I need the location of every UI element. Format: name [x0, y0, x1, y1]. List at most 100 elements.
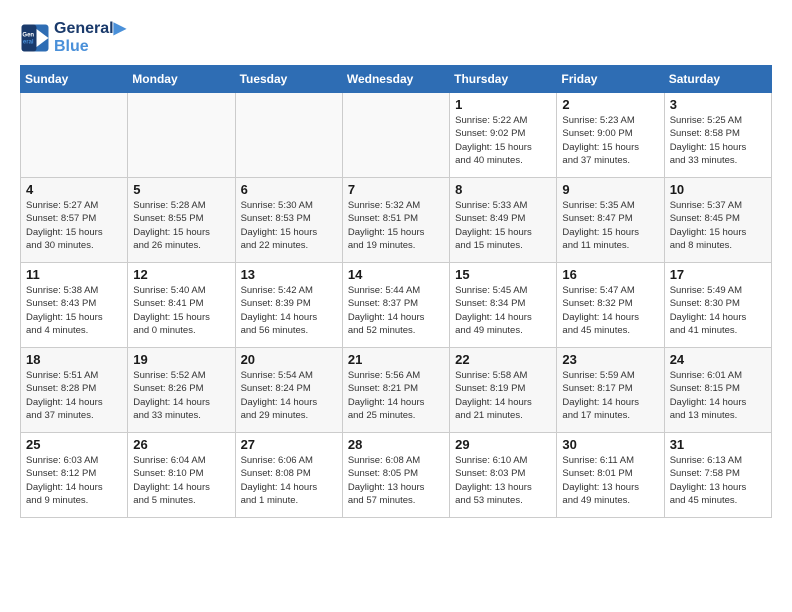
calendar-cell: 29 Sunrise: 6:10 AM Sunset: 8:03 PM Dayli… [450, 433, 557, 518]
calendar-cell: 27 Sunrise: 6:06 AM Sunset: 8:08 PM Dayli… [235, 433, 342, 518]
calendar-cell: 6 Sunrise: 5:30 AM Sunset: 8:53 PM Daylig… [235, 178, 342, 263]
calendar-cell: 4 Sunrise: 5:27 AM Sunset: 8:57 PM Daylig… [21, 178, 128, 263]
calendar-cell: 22 Sunrise: 5:58 AM Sunset: 8:19 PM Dayli… [450, 348, 557, 433]
calendar-week-2: 4 Sunrise: 5:27 AM Sunset: 8:57 PM Daylig… [21, 178, 772, 263]
day-number: 31 [670, 437, 766, 452]
day-info: Sunrise: 6:11 AM Sunset: 8:01 PM Dayligh… [562, 454, 658, 507]
weekday-header-monday: Monday [128, 66, 235, 93]
day-number: 18 [26, 352, 122, 367]
day-info: Sunrise: 5:42 AM Sunset: 8:39 PM Dayligh… [241, 284, 337, 337]
day-info: Sunrise: 5:54 AM Sunset: 8:24 PM Dayligh… [241, 369, 337, 422]
day-info: Sunrise: 5:23 AM Sunset: 9:00 PM Dayligh… [562, 114, 658, 167]
day-number: 10 [670, 182, 766, 197]
day-info: Sunrise: 5:32 AM Sunset: 8:51 PM Dayligh… [348, 199, 444, 252]
calendar-cell: 25 Sunrise: 6:03 AM Sunset: 8:12 PM Dayli… [21, 433, 128, 518]
day-info: Sunrise: 6:10 AM Sunset: 8:03 PM Dayligh… [455, 454, 551, 507]
day-info: Sunrise: 6:01 AM Sunset: 8:15 PM Dayligh… [670, 369, 766, 422]
calendar-cell [128, 93, 235, 178]
day-info: Sunrise: 5:35 AM Sunset: 8:47 PM Dayligh… [562, 199, 658, 252]
calendar-cell: 2Sunrise: 5:23 AM Sunset: 9:00 PM Daylig… [557, 93, 664, 178]
day-number: 8 [455, 182, 551, 197]
logo-icon: Gen eral [20, 23, 50, 53]
calendar-cell: 8 Sunrise: 5:33 AM Sunset: 8:49 PM Daylig… [450, 178, 557, 263]
day-number: 21 [348, 352, 444, 367]
day-number: 24 [670, 352, 766, 367]
day-number: 28 [348, 437, 444, 452]
weekday-header-sunday: Sunday [21, 66, 128, 93]
day-number: 9 [562, 182, 658, 197]
day-number: 14 [348, 267, 444, 282]
day-number: 13 [241, 267, 337, 282]
day-info: Sunrise: 6:03 AM Sunset: 8:12 PM Dayligh… [26, 454, 122, 507]
calendar-cell: 15Sunrise: 5:45 AM Sunset: 8:34 PM Dayli… [450, 263, 557, 348]
day-number: 27 [241, 437, 337, 452]
page-header: Gen eral General▶ Blue [20, 20, 772, 55]
day-number: 5 [133, 182, 229, 197]
day-info: Sunrise: 5:25 AM Sunset: 8:58 PM Dayligh… [670, 114, 766, 167]
day-info: Sunrise: 5:22 AM Sunset: 9:02 PM Dayligh… [455, 114, 551, 167]
day-number: 17 [670, 267, 766, 282]
day-number: 4 [26, 182, 122, 197]
calendar-cell [21, 93, 128, 178]
day-info: Sunrise: 5:44 AM Sunset: 8:37 PM Dayligh… [348, 284, 444, 337]
weekday-header-saturday: Saturday [664, 66, 771, 93]
day-number: 30 [562, 437, 658, 452]
day-info: Sunrise: 5:38 AM Sunset: 8:43 PM Dayligh… [26, 284, 122, 337]
day-info: Sunrise: 5:58 AM Sunset: 8:19 PM Dayligh… [455, 369, 551, 422]
calendar-cell: 20 Sunrise: 5:54 AM Sunset: 8:24 PM Dayli… [235, 348, 342, 433]
calendar-cell: 11 Sunrise: 5:38 AM Sunset: 8:43 PM Dayli… [21, 263, 128, 348]
day-info: Sunrise: 5:30 AM Sunset: 8:53 PM Dayligh… [241, 199, 337, 252]
day-number: 20 [241, 352, 337, 367]
day-info: Sunrise: 5:40 AM Sunset: 8:41 PM Dayligh… [133, 284, 229, 337]
day-number: 6 [241, 182, 337, 197]
calendar-cell: 17 Sunrise: 5:49 AM Sunset: 8:30 PM Dayli… [664, 263, 771, 348]
calendar-cell: 10Sunrise: 5:37 AM Sunset: 8:45 PM Dayli… [664, 178, 771, 263]
day-info: Sunrise: 6:13 AM Sunset: 7:58 PM Dayligh… [670, 454, 766, 507]
calendar-cell: 24 Sunrise: 6:01 AM Sunset: 8:15 PM Dayli… [664, 348, 771, 433]
calendar-cell: 12 Sunrise: 5:40 AM Sunset: 8:41 PM Dayli… [128, 263, 235, 348]
day-number: 29 [455, 437, 551, 452]
svg-text:Gen: Gen [22, 32, 34, 38]
day-number: 1 [455, 97, 551, 112]
calendar-cell: 26 Sunrise: 6:04 AM Sunset: 8:10 PM Dayli… [128, 433, 235, 518]
calendar-cell: 9 Sunrise: 5:35 AM Sunset: 8:47 PM Daylig… [557, 178, 664, 263]
day-number: 26 [133, 437, 229, 452]
day-info: Sunrise: 6:04 AM Sunset: 8:10 PM Dayligh… [133, 454, 229, 507]
calendar-cell: 14 Sunrise: 5:44 AM Sunset: 8:37 PM Dayli… [342, 263, 449, 348]
calendar-cell: 30 Sunrise: 6:11 AM Sunset: 8:01 PM Dayli… [557, 433, 664, 518]
weekday-header-wednesday: Wednesday [342, 66, 449, 93]
day-number: 25 [26, 437, 122, 452]
day-info: Sunrise: 5:47 AM Sunset: 8:32 PM Dayligh… [562, 284, 658, 337]
calendar-cell: 1 Sunrise: 5:22 AM Sunset: 9:02 PM Daylig… [450, 93, 557, 178]
day-number: 16 [562, 267, 658, 282]
day-number: 19 [133, 352, 229, 367]
calendar-cell: 5 Sunrise: 5:28 AM Sunset: 8:55 PM Daylig… [128, 178, 235, 263]
calendar-cell: 21 Sunrise: 5:56 AM Sunset: 8:21 PM Dayli… [342, 348, 449, 433]
logo-text: General▶ [54, 20, 126, 38]
weekday-header-row: SundayMondayTuesdayWednesdayThursdayFrid… [21, 66, 772, 93]
calendar-cell [342, 93, 449, 178]
day-info: Sunrise: 5:59 AM Sunset: 8:17 PM Dayligh… [562, 369, 658, 422]
calendar-cell: 7Sunrise: 5:32 AM Sunset: 8:51 PM Daylig… [342, 178, 449, 263]
day-info: Sunrise: 6:08 AM Sunset: 8:05 PM Dayligh… [348, 454, 444, 507]
day-info: Sunrise: 5:56 AM Sunset: 8:21 PM Dayligh… [348, 369, 444, 422]
calendar-cell: 18 Sunrise: 5:51 AM Sunset: 8:28 PM Dayli… [21, 348, 128, 433]
day-number: 11 [26, 267, 122, 282]
day-number: 12 [133, 267, 229, 282]
day-info: Sunrise: 5:49 AM Sunset: 8:30 PM Dayligh… [670, 284, 766, 337]
day-info: Sunrise: 5:51 AM Sunset: 8:28 PM Dayligh… [26, 369, 122, 422]
weekday-header-tuesday: Tuesday [235, 66, 342, 93]
day-info: Sunrise: 6:06 AM Sunset: 8:08 PM Dayligh… [241, 454, 337, 507]
weekday-header-thursday: Thursday [450, 66, 557, 93]
logo: Gen eral General▶ Blue [20, 20, 126, 55]
calendar-cell: 23Sunrise: 5:59 AM Sunset: 8:17 PM Dayli… [557, 348, 664, 433]
calendar-week-3: 11 Sunrise: 5:38 AM Sunset: 8:43 PM Dayli… [21, 263, 772, 348]
day-info: Sunrise: 5:33 AM Sunset: 8:49 PM Dayligh… [455, 199, 551, 252]
calendar-cell: 13 Sunrise: 5:42 AM Sunset: 8:39 PM Dayli… [235, 263, 342, 348]
calendar-table: SundayMondayTuesdayWednesdayThursdayFrid… [20, 65, 772, 518]
svg-text:eral: eral [23, 39, 34, 45]
day-number: 22 [455, 352, 551, 367]
calendar-week-4: 18 Sunrise: 5:51 AM Sunset: 8:28 PM Dayli… [21, 348, 772, 433]
day-info: Sunrise: 5:27 AM Sunset: 8:57 PM Dayligh… [26, 199, 122, 252]
day-info: Sunrise: 5:28 AM Sunset: 8:55 PM Dayligh… [133, 199, 229, 252]
